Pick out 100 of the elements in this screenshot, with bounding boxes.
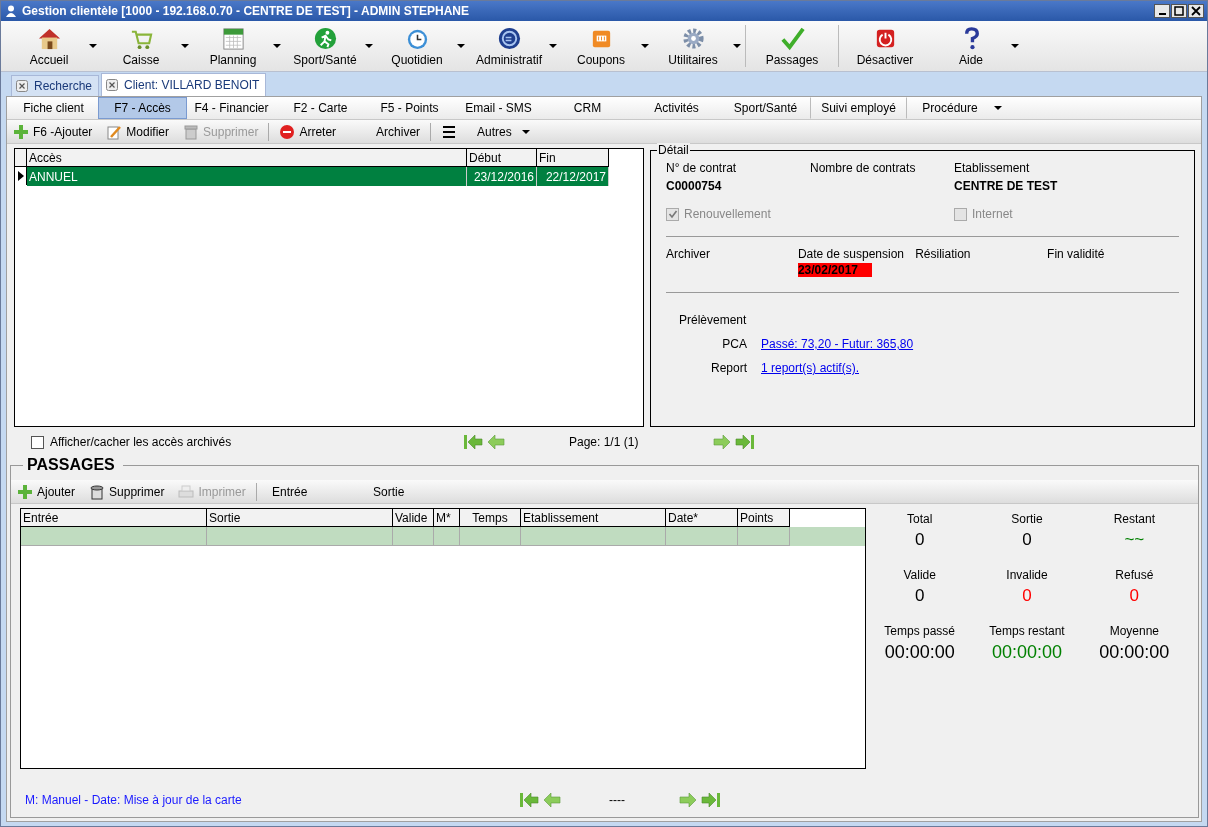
column-header[interactable]: Date*	[666, 509, 738, 527]
toolbar-button[interactable]: Sortie	[348, 481, 429, 502]
toolbar-button[interactable]: Utilitaires	[653, 21, 733, 71]
link[interactable]: 1 report(s) actif(s).	[761, 361, 859, 375]
stat-label: Refusé	[1115, 568, 1154, 582]
section-tab[interactable]: F7 - Accès	[98, 97, 187, 119]
section-tab[interactable]: Activités	[632, 97, 721, 119]
toolbar-button[interactable]: Aide	[931, 21, 1011, 71]
toolbar-button[interactable]: Désactiver	[839, 21, 931, 71]
minimize-button[interactable]	[1154, 4, 1170, 18]
toolbar-button[interactable]: Coupons	[561, 21, 641, 71]
trash-can-icon	[183, 123, 200, 140]
stat-label: Temps passé	[884, 624, 955, 638]
plus-icon	[13, 123, 29, 140]
column-header[interactable]: Points	[738, 509, 790, 527]
page-indicator: Page: 1/1 (1)	[568, 435, 640, 449]
column-header[interactable]: Entrée	[21, 509, 207, 527]
close-button[interactable]	[1188, 4, 1204, 18]
caret-icon[interactable]	[273, 44, 281, 48]
coin-icon	[496, 25, 522, 51]
stat-label: Total	[907, 512, 933, 526]
section-tab[interactable]: Fiche client	[9, 97, 98, 119]
first-page-icon[interactable]	[463, 433, 483, 451]
stop-sign-icon	[279, 123, 296, 140]
checkmark-icon	[779, 25, 805, 51]
caret-icon[interactable]	[181, 44, 189, 48]
column-header[interactable]: Sortie	[207, 509, 393, 527]
stat-label: Moyenne	[1109, 624, 1159, 638]
stat-value: 0	[1129, 586, 1140, 606]
section-tab[interactable]: Sport/Santé	[721, 97, 810, 119]
caret-icon[interactable]	[641, 44, 649, 48]
stat-label: Restant	[1113, 512, 1155, 526]
calendar-icon	[220, 25, 246, 51]
toolbar-button[interactable]: Quotidien	[377, 21, 457, 71]
trash-can-icon	[89, 483, 106, 500]
close-icon	[1191, 6, 1201, 16]
column-header[interactable]: Fin	[537, 149, 609, 167]
check-icon	[667, 209, 678, 219]
toolbar-button[interactable]: Caisse	[101, 21, 181, 71]
toolbar-button[interactable]: Passages	[746, 21, 838, 71]
toolbar-button[interactable]: Entrée	[262, 481, 343, 502]
stat-label: Sortie	[1011, 512, 1043, 526]
table-cell[interactable]: ANNUEL	[27, 167, 467, 186]
close-icon[interactable]	[106, 79, 119, 91]
section-tab[interactable]: CRM	[543, 97, 632, 119]
last-page-icon[interactable]	[701, 791, 721, 809]
toolbar-button[interactable]: Autres	[437, 121, 534, 142]
caret-icon[interactable]	[733, 44, 741, 48]
row-pointer-icon	[17, 171, 24, 181]
first-page-icon[interactable]	[519, 791, 539, 809]
date-value: 23/02/2017	[797, 263, 872, 277]
column-header[interactable]: Accès	[27, 149, 467, 167]
section-tab[interactable]: Procédure	[907, 97, 1017, 119]
column-header[interactable]: Etablissement	[521, 509, 666, 527]
column-header[interactable]: Temps	[460, 509, 521, 527]
minimize-icon	[1158, 13, 1166, 15]
table-cell[interactable]: 23/12/2016	[467, 167, 537, 186]
caret-icon[interactable]	[549, 44, 557, 48]
document-tab[interactable]: Recherche	[11, 75, 100, 96]
toolbar-button[interactable]: Arreter	[275, 121, 367, 142]
section-tab[interactable]: F5 - Points	[365, 97, 454, 119]
section-label: Prélèvement	[678, 313, 748, 327]
field-label: Archiver	[666, 247, 711, 261]
toolbar-button[interactable]: Archiver	[372, 121, 425, 142]
person-icon	[4, 4, 18, 18]
caret-icon[interactable]	[365, 44, 373, 48]
column-header[interactable]: M*	[434, 509, 460, 527]
link[interactable]: Passé: 73,20 - Futur: 365,80	[761, 337, 914, 351]
stat-value: 00:00:00	[991, 642, 1063, 663]
toolbar-button[interactable]: Administratif	[469, 21, 549, 71]
caret-icon[interactable]	[457, 44, 465, 48]
toolbar-button[interactable]: Supprimer	[85, 481, 169, 502]
toolbar-button[interactable]: Ajouter	[13, 481, 80, 502]
field-label: Etablissement	[954, 161, 1031, 175]
printer-icon	[178, 483, 195, 500]
last-page-icon[interactable]	[735, 433, 755, 451]
document-tab[interactable]: Client: VILLARD BENOIT	[101, 73, 267, 96]
panel-title: Détail	[657, 143, 690, 157]
section-tab[interactable]: Email - SMS	[454, 97, 543, 119]
section-tab[interactable]: Suivi employé	[810, 97, 907, 119]
column-header[interactable]: Valide	[393, 509, 434, 527]
stat-value: ~~	[1124, 530, 1145, 550]
close-icon[interactable]	[16, 80, 28, 92]
caret-icon[interactable]	[89, 44, 97, 48]
section-tab[interactable]: F4 - Financier	[187, 97, 276, 119]
toolbar-button[interactable]: Modifier	[102, 121, 174, 142]
toolbar-button[interactable]: F6 -Ajouter	[9, 121, 97, 142]
toolbar-button[interactable]: Accueil	[9, 21, 89, 71]
caret-icon[interactable]	[1011, 44, 1019, 48]
toolbar-button[interactable]: Planning	[193, 21, 273, 71]
table-cell[interactable]: 22/12/2017	[537, 167, 609, 186]
column-header[interactable]: Début	[467, 149, 537, 167]
section-tab[interactable]: F2 - Carte	[276, 97, 365, 119]
field-label: Résiliation	[915, 247, 972, 261]
stat-label: Invalide	[1006, 568, 1048, 582]
window-title: Gestion clientèle [1000 - 192.168.0.70 - CENTRE DE TEST] - ADMIN STEPHANE	[22, 4, 470, 18]
checkbox[interactable]: Afficher/cacher les accès archivés	[31, 435, 463, 449]
maximize-button[interactable]	[1171, 4, 1187, 18]
field-label: Date de suspension	[797, 247, 905, 261]
toolbar-button[interactable]: Sport/Santé	[285, 21, 365, 71]
